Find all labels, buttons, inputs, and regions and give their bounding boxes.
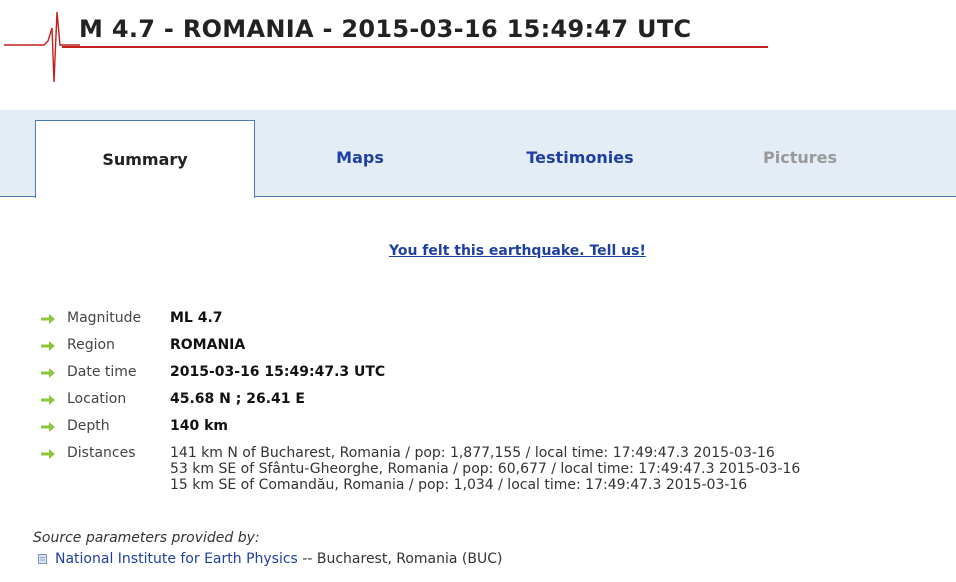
detail-row-magnitude: Magnitude ML 4.7 [40, 309, 950, 336]
location-value: 45.68 N ; 26.41 E [170, 391, 305, 407]
detail-row-location: Location 45.68 N ; 26.41 E [40, 390, 950, 417]
arrow-right-icon [41, 341, 55, 351]
depth-value: 140 km [170, 418, 228, 434]
magnitude-label: Magnitude [67, 310, 142, 326]
distance-item: 15 km SE of Comandău, Romania / pop: 1,0… [170, 477, 748, 493]
page-title: M 4.7 - ROMANIA - 2015-03-16 15:49:47 UT… [79, 15, 692, 43]
source-entry: National Institute for Earth Physics -- … [38, 551, 502, 567]
arrow-right-icon [41, 422, 55, 432]
tab-maps[interactable]: Maps [300, 110, 420, 196]
agency-link[interactable]: National Institute for Earth Physics [55, 551, 298, 567]
distances-list: 141 km N of Bucharest, Romania / pop: 1,… [170, 445, 800, 493]
distances-label: Distances [67, 445, 136, 461]
agency-location: -- Bucharest, Romania (BUC) [297, 551, 503, 567]
tab-bar: Summary Maps Testimonies Pictures [0, 110, 956, 198]
location-label: Location [67, 391, 127, 407]
title-underline [62, 46, 768, 48]
felt-report-link[interactable]: You felt this earthquake. Tell us! [389, 243, 646, 259]
distance-item: 53 km SE of Sfântu-Gheorghe, Romania / p… [170, 461, 801, 477]
tab-pictures: Pictures [763, 148, 837, 167]
seismogram-icon [4, 11, 80, 83]
datetime-label: Date time [67, 364, 137, 380]
event-details: Magnitude ML 4.7 Region ROMANIA Date tim… [40, 309, 950, 493]
detail-row-datetime: Date time 2015-03-16 15:49:47.3 UTC [40, 363, 950, 390]
document-bullet-icon [38, 554, 47, 564]
source-heading: Source parameters provided by: [33, 530, 260, 546]
detail-row-depth: Depth 140 km [40, 417, 950, 444]
arrow-right-icon [41, 368, 55, 378]
detail-row-distances: Distances 141 km N of Bucharest, Romania… [40, 444, 950, 493]
tab-testimonies[interactable]: Testimonies [500, 110, 660, 196]
magnitude-value: ML 4.7 [170, 310, 223, 326]
arrow-right-icon [41, 449, 55, 459]
depth-label: Depth [67, 418, 110, 434]
detail-row-region: Region ROMANIA [40, 336, 950, 363]
region-label: Region [67, 337, 115, 353]
distance-item: 141 km N of Bucharest, Romania / pop: 1,… [170, 445, 775, 461]
tab-summary[interactable]: Summary [35, 120, 255, 198]
region-value: ROMANIA [170, 337, 246, 353]
datetime-value: 2015-03-16 15:49:47.3 UTC [170, 364, 386, 380]
arrow-right-icon [41, 395, 55, 405]
arrow-right-icon [41, 314, 55, 324]
